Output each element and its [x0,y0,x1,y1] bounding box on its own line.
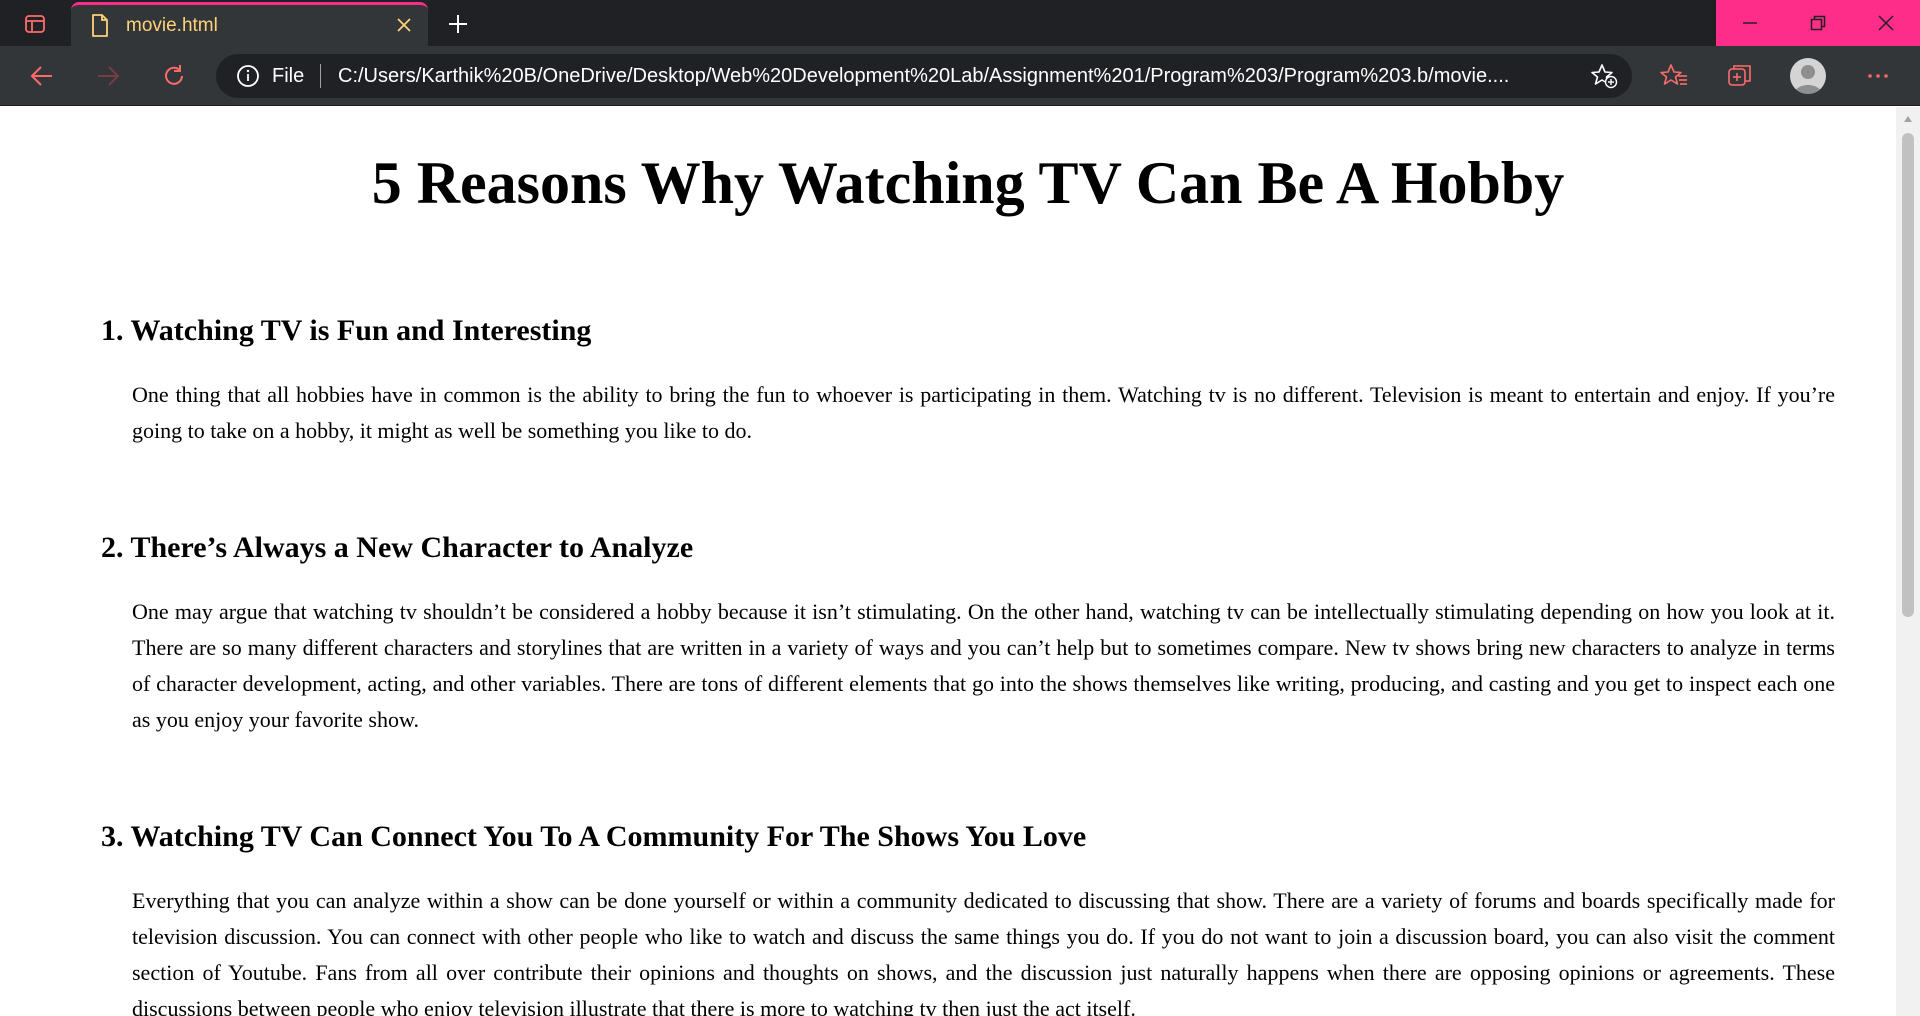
section-paragraph: One thing that all hobbies have in commo… [132,382,1835,443]
tab-actions-icon [25,15,45,33]
star-plus-icon [1591,64,1618,89]
page-title: 5 Reasons Why Watching TV Can Be A Hobby [371,150,1565,216]
browser-toolbar: File C:/Users/Karthik%20B/OneDrive/Deskt… [0,46,1920,106]
scroll-thumb[interactable] [1902,133,1914,617]
tab-actions-button[interactable] [12,8,58,40]
new-tab-button[interactable] [442,8,474,40]
address-bar[interactable]: File C:/Users/Karthik%20B/OneDrive/Deskt… [216,54,1632,98]
restore-button[interactable] [1784,0,1852,46]
address-divider [320,64,321,88]
more-button[interactable] [1860,58,1896,94]
refresh-button[interactable] [156,58,192,94]
forward-arrow-icon [98,66,120,86]
close-tab-button[interactable] [390,11,418,39]
scheme-label: File [272,65,305,87]
window-controls [1716,0,1920,46]
page-viewport: 5 Reasons Why Watching TV Can Be A Hobby… [0,107,1896,1016]
tab-strip: movie.html [0,0,1920,46]
close-window-icon [1878,15,1894,31]
favorites-icon [1660,64,1687,85]
file-icon [89,13,111,44]
restore-icon [1810,15,1826,31]
article-section: 1. Watching TV is Fun and Interesting On… [101,313,1835,449]
refresh-icon [165,65,183,85]
url-text[interactable]: C:/Users/Karthik%20B/OneDrive/Desktop/We… [338,65,1518,88]
close-window-button[interactable] [1852,0,1920,46]
close-icon [397,18,411,32]
favorites-button[interactable] [1656,58,1692,94]
tab-title: movie.html [126,15,218,36]
info-icon[interactable] [236,64,260,93]
more-icon [1868,74,1888,78]
forward-button[interactable] [90,58,126,94]
plus-icon [449,15,467,33]
back-arrow-icon [30,66,52,86]
section-paragraph: One may argue that watching tv shouldn’t… [132,599,1835,732]
vertical-scrollbar[interactable] [1896,107,1920,1016]
back-button[interactable] [24,58,60,94]
add-favorite-button[interactable] [1590,63,1618,94]
tab-active[interactable]: movie.html [71,2,428,46]
section-paragraph: Everything that you can analyze within a… [132,888,1835,1016]
section-heading: 3. Watching TV Can Connect You To A Comm… [101,820,1087,853]
article-section: 3. Watching TV Can Connect You To A Comm… [101,819,1835,1016]
minimize-button[interactable] [1716,0,1784,46]
profile-button[interactable] [1790,58,1826,94]
section-heading: 1. Watching TV is Fun and Interesting [101,314,592,347]
avatar-icon [1794,65,1822,94]
scroll-up-arrow-icon [1904,116,1912,122]
collections-button[interactable] [1722,58,1758,94]
section-heading: 2. There’s Always a New Character to Ana… [101,531,694,564]
minimize-icon [1743,22,1757,24]
collections-icon [1728,65,1751,86]
scroll-up-button[interactable] [1896,107,1920,131]
article-section: 2. There’s Always a New Character to Ana… [101,530,1835,738]
